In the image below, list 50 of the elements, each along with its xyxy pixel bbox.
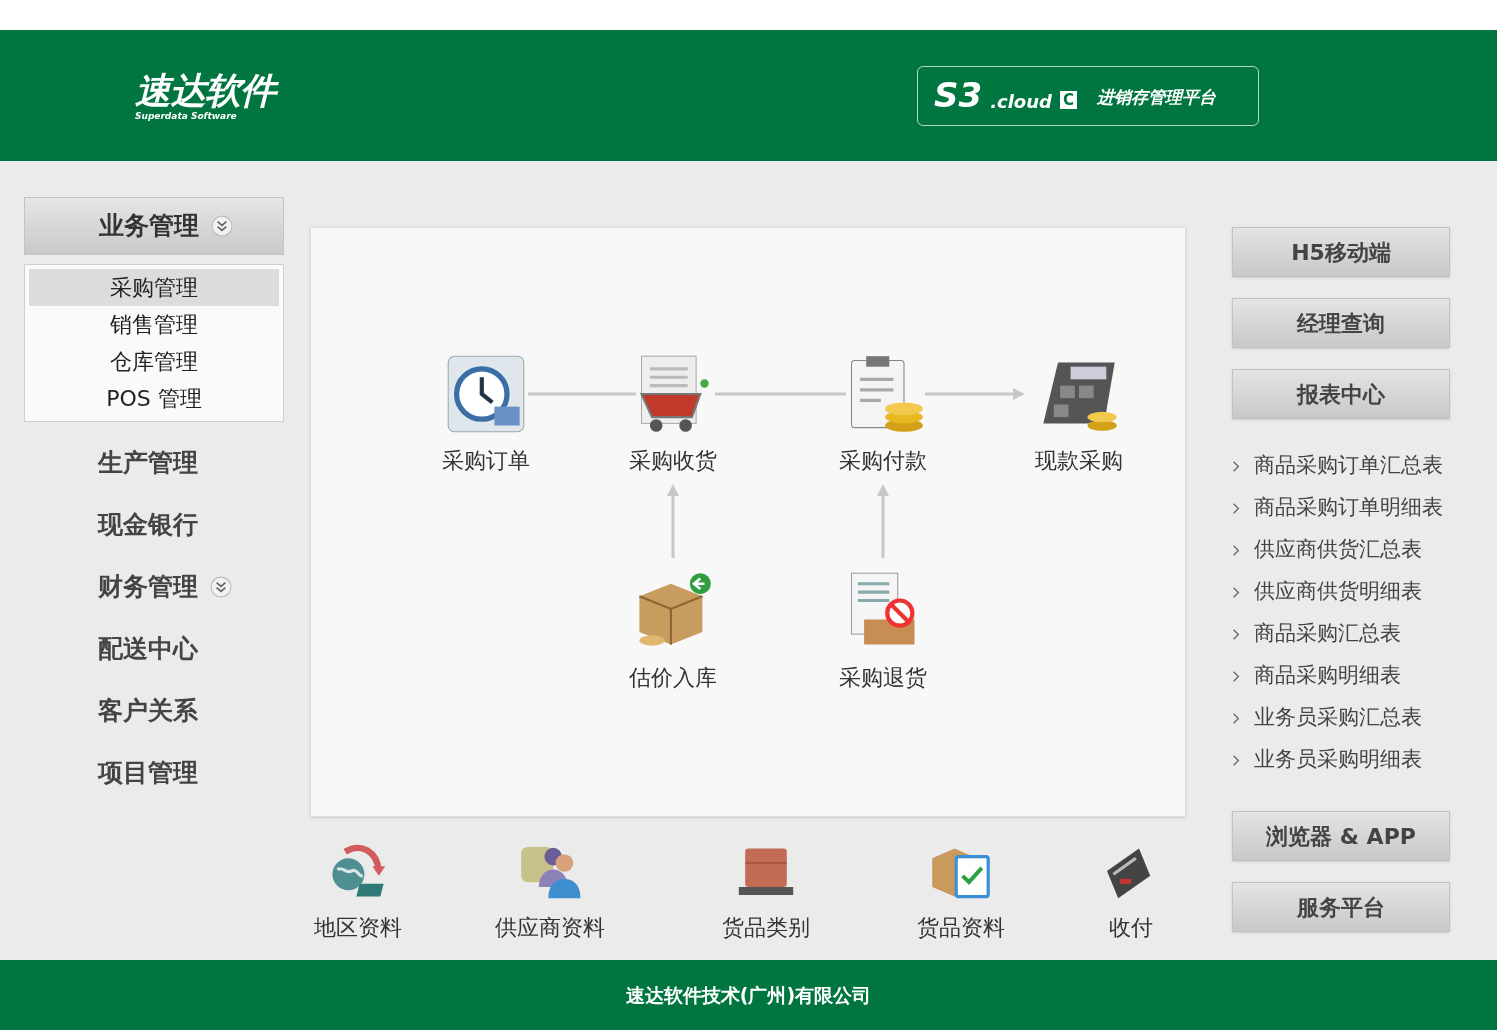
report-link[interactable]: 商品采购明细表 [1232, 655, 1497, 697]
panel-button[interactable]: 报表中心 [1232, 369, 1450, 419]
submenu-item[interactable]: 采购管理 [29, 269, 279, 306]
submenu-item[interactable]: POS 管理 [29, 380, 279, 417]
report-link[interactable]: 业务员采购汇总表 [1232, 697, 1497, 739]
product-name: S3 [934, 74, 983, 117]
report-link[interactable]: 商品采购汇总表 [1232, 613, 1497, 655]
sidebar-item[interactable]: 财务管理 [24, 556, 284, 618]
report-link[interactable]: 供应商供货汇总表 [1232, 529, 1497, 571]
chevron-right-icon [1232, 459, 1240, 473]
sidebar-item[interactable]: 生产管理 [24, 432, 284, 494]
chevron-right-icon [1232, 753, 1240, 767]
shortcut-item[interactable]: 货品类别 [718, 839, 813, 944]
panel-button[interactable]: 浏览器 & APP [1232, 811, 1450, 861]
submenu-item[interactable]: 销售管理 [29, 306, 279, 343]
flow-node[interactable]: 现款采购 [1014, 352, 1144, 474]
panel-button[interactable]: 服务平台 [1232, 882, 1450, 932]
product-subtitle: 进销存管理平台 [1096, 85, 1216, 109]
flow-node[interactable]: 采购订单 [421, 352, 551, 474]
shortcut-item[interactable]: 收付 [1083, 839, 1178, 944]
chevron-right-icon [1232, 543, 1240, 557]
shortcut-item[interactable]: 供应商资料 [490, 839, 610, 944]
chevron-right-icon [1232, 585, 1240, 599]
sidebar-item[interactable]: 现金银行 [24, 494, 284, 556]
chevron-right-icon [1232, 501, 1240, 515]
chevron-right-icon [1232, 669, 1240, 683]
chevron-right-icon [1232, 627, 1240, 641]
product-suffix: .cloud [990, 90, 1052, 114]
report-link[interactable]: 商品采购订单明细表 [1232, 487, 1497, 529]
flow-node[interactable]: 估价入库 [608, 569, 738, 691]
submenu-item[interactable]: 仓库管理 [29, 343, 279, 380]
report-link[interactable]: 商品采购订单汇总表 [1232, 445, 1497, 487]
shortcut-item[interactable]: 地区资料 [310, 839, 405, 944]
report-link[interactable]: 业务员采购明细表 [1232, 739, 1497, 781]
footer-text: 速达软件技术(广州)有限公司 [625, 982, 872, 1008]
expand-icon [211, 215, 233, 237]
sidebar-item[interactable]: 配送中心 [24, 618, 284, 680]
panel-button[interactable]: 经理查询 [1232, 298, 1450, 348]
chevron-right-icon [1232, 711, 1240, 725]
sidebar-item[interactable]: 项目管理 [24, 742, 284, 804]
report-link[interactable]: 供应商供货明细表 [1232, 571, 1497, 613]
sidebar-item[interactable]: 客户关系 [24, 680, 284, 742]
panel-button[interactable]: H5移动端 [1232, 227, 1450, 277]
flow-node[interactable]: 采购收货 [608, 352, 738, 474]
flow-node[interactable]: 采购退货 [818, 569, 948, 691]
shortcut-item[interactable]: 货品资料 [913, 839, 1008, 944]
logo-subtitle: Superdata Software [135, 110, 237, 121]
flow-node[interactable]: 采购付款 [818, 352, 948, 474]
sidebar-group-button[interactable]: 业务管理 [24, 197, 284, 255]
edition-badge: C [1059, 90, 1077, 109]
